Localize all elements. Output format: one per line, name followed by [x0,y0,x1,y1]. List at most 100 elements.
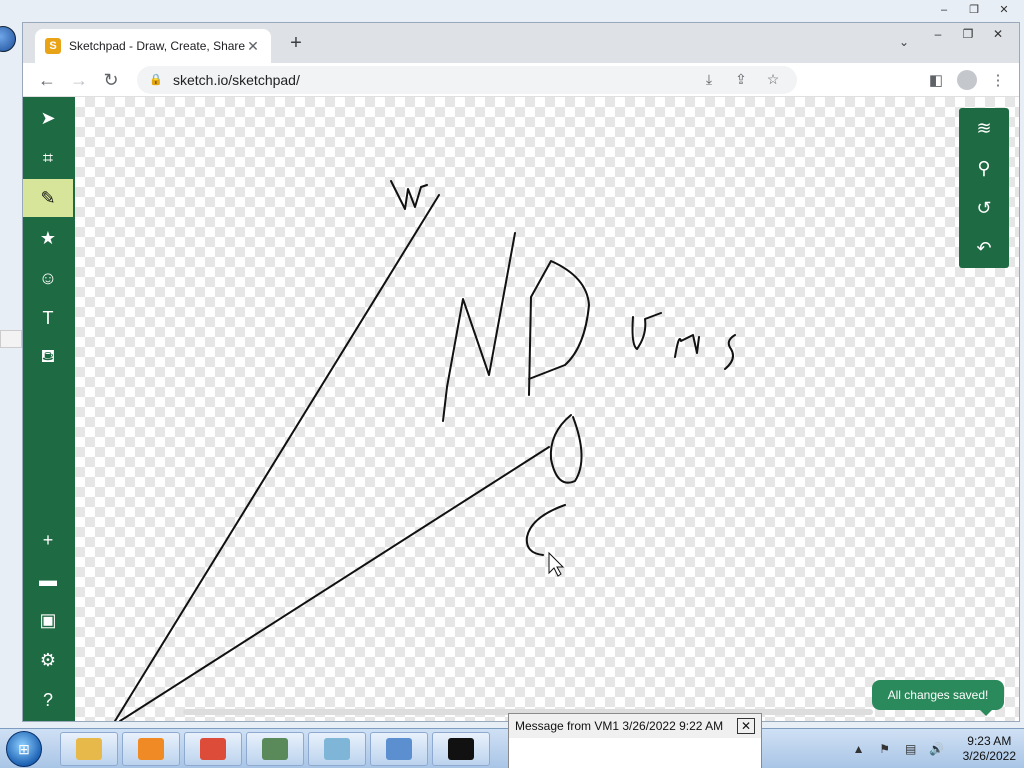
taskbar-app-media-player[interactable] [122,732,180,766]
floppy-icon: ▣ [39,609,57,630]
smile-icon: ☺ [38,267,58,288]
help-button[interactable]: ? [23,681,73,719]
stroke-long-line-2 [119,446,550,721]
new-button[interactable]: + [23,521,73,559]
chrome-icon [200,738,226,760]
taskbar-app-chrome[interactable] [184,732,242,766]
plus-icon: + [42,529,54,550]
tray-expand-icon[interactable]: ▲ [851,742,867,756]
message-title: Message from VM1 3/26/2022 9:22 AM [515,719,724,733]
minimize-button[interactable]: – [923,23,953,45]
media-player-icon [138,738,164,760]
stroke-long-line-1 [114,194,440,721]
stroke-loop [549,414,583,484]
settings-button[interactable]: ⚙ [23,641,73,679]
notepad-icon [324,738,350,760]
gears-icon: ⚙ [39,649,57,670]
side-panel-icon[interactable]: ◧ [923,71,949,89]
emoji-tool[interactable]: ☺ [23,259,73,297]
outer-restore-button[interactable]: ❐ [960,3,988,17]
share-icon[interactable]: ⇪ [729,71,753,88]
search-icon: ⚲ [977,157,991,178]
install-app-icon[interactable]: ⤓ [697,71,721,88]
save-status-toast: All changes saved! [872,680,1004,716]
undo-button[interactable]: ↶ [959,228,1009,268]
message-header: Message from VM1 3/26/2022 9:22 AM ✕ [509,714,761,738]
stamp-tool[interactable]: ★ [23,219,73,257]
select-tool[interactable]: ➤ [23,99,73,137]
right-toolbar: ≋ ⚲ ↺ ↶ [959,108,1009,268]
stroke-n [442,232,516,422]
tab-sketchpad[interactable]: S Sketchpad - Draw, Create, Share! ✕ [35,29,271,63]
control-panel-icon [386,738,412,760]
lock-icon[interactable]: 🔒 [149,73,163,87]
paint-bucket-icon: ⛾ [40,346,56,366]
explorer-icon [76,738,102,760]
pencil-tool[interactable]: ✎ [23,179,73,217]
crop-tool[interactable]: ⌗ [23,139,73,177]
layers-icon: ≋ [976,117,992,138]
restore-button[interactable]: ❐ [953,23,983,45]
arrow-pointer-icon: ➤ [40,107,56,128]
stroke-d [528,260,590,396]
sketchpad-app: ➤ ⌗ ✎ ★ ☺ T ⛾ + ▬ ▣ ⚙? ≋ ⚲ ↺ ↶ All changes saved! [23,97,1019,721]
window-controls: – ❐ ✕ [923,23,1013,45]
tab-title: Sketchpad - Draw, Create, Share! [69,39,245,53]
browser-window: S Sketchpad - Draw, Create, Share! ✕ + ⌄… [22,22,1020,722]
left-toolbar: ➤ ⌗ ✎ ★ ☺ T ⛾ + ▬ ▣ ⚙? [23,97,75,721]
browser-menu-icon[interactable]: ⋮ [985,71,1011,89]
mouse-cursor-icon [548,551,565,577]
clock[interactable]: 9:23 AM 3/26/2022 [963,734,1016,764]
zoom-button[interactable]: ⚲ [959,148,1009,188]
history-icon: ↺ [976,197,992,218]
text-tool[interactable]: T [23,299,73,337]
stroke-c [525,504,566,556]
forward-button[interactable]: → [63,66,95,94]
crop-icon: ⌗ [42,147,54,168]
vm-message-popup: Message from VM1 3/26/2022 9:22 AM ✕ [508,713,762,768]
save-button[interactable]: ▣ [23,601,73,639]
new-tab-button[interactable]: + [285,32,307,55]
clock-date: 3/26/2022 [962,749,1016,763]
undo-icon: ↶ [976,237,992,258]
stroke-w [390,180,428,210]
message-close-button[interactable]: ✕ [737,718,755,734]
fill-tool[interactable]: ⛾ [23,339,73,377]
open-button[interactable]: ▬ [23,561,73,599]
folder-icon: ▬ [39,569,57,590]
outer-minimize-button[interactable]: – [930,3,958,17]
back-button[interactable]: ← [31,66,63,94]
pencil-icon: ✎ [40,187,56,208]
action-center-icon[interactable]: ⚑ [877,742,893,756]
taskbar-app-explorer[interactable] [60,732,118,766]
system-tray: ▲ ⚑ ▤ 🔊 9:23 AM 3/26/2022 [851,729,1016,768]
star-icon: ★ [39,227,57,248]
tab-search-icon[interactable]: ⌄ [899,35,909,49]
address-url[interactable]: sketch.io/sketchpad/ [173,72,300,88]
bookmark-star-icon[interactable]: ☆ [761,71,785,88]
profile-avatar-icon[interactable] [957,69,977,90]
sketch-strokes [114,180,736,721]
tab-close-icon[interactable]: ✕ [245,38,261,55]
taskbar-app-control-panel[interactable] [370,732,428,766]
taskbar-app-notepad[interactable] [308,732,366,766]
volume-icon[interactable]: 🔊 [929,742,945,756]
close-button[interactable]: ✕ [983,23,1013,45]
clock-time: 9:23 AM [967,734,1012,748]
reload-button[interactable]: ↻ [95,66,127,94]
address-bar[interactable]: 🔒 sketch.io/sketchpad/ ⤓ ⇪ ☆ [137,65,797,94]
cmd-icon [448,738,474,760]
taskbar-app-cmd[interactable] [432,732,490,766]
omnibox-actions: ⤓ ⇪ ☆ [697,71,785,88]
outer-close-button[interactable]: ✕ [990,3,1018,17]
network-monitor-icon [262,738,288,760]
network-icon[interactable]: ▤ [903,742,919,756]
question-icon: ? [42,689,53,710]
drawing-canvas[interactable] [75,97,1019,721]
sketchpad-favicon-icon: S [45,38,61,54]
layers-button[interactable]: ≋ [959,108,1009,148]
taskbar-app-network-monitor[interactable] [246,732,304,766]
outer-window-controls: – ❐ ✕ [924,0,1024,20]
history-button[interactable]: ↺ [959,188,1009,228]
start-button[interactable]: ⊞ [6,731,42,767]
